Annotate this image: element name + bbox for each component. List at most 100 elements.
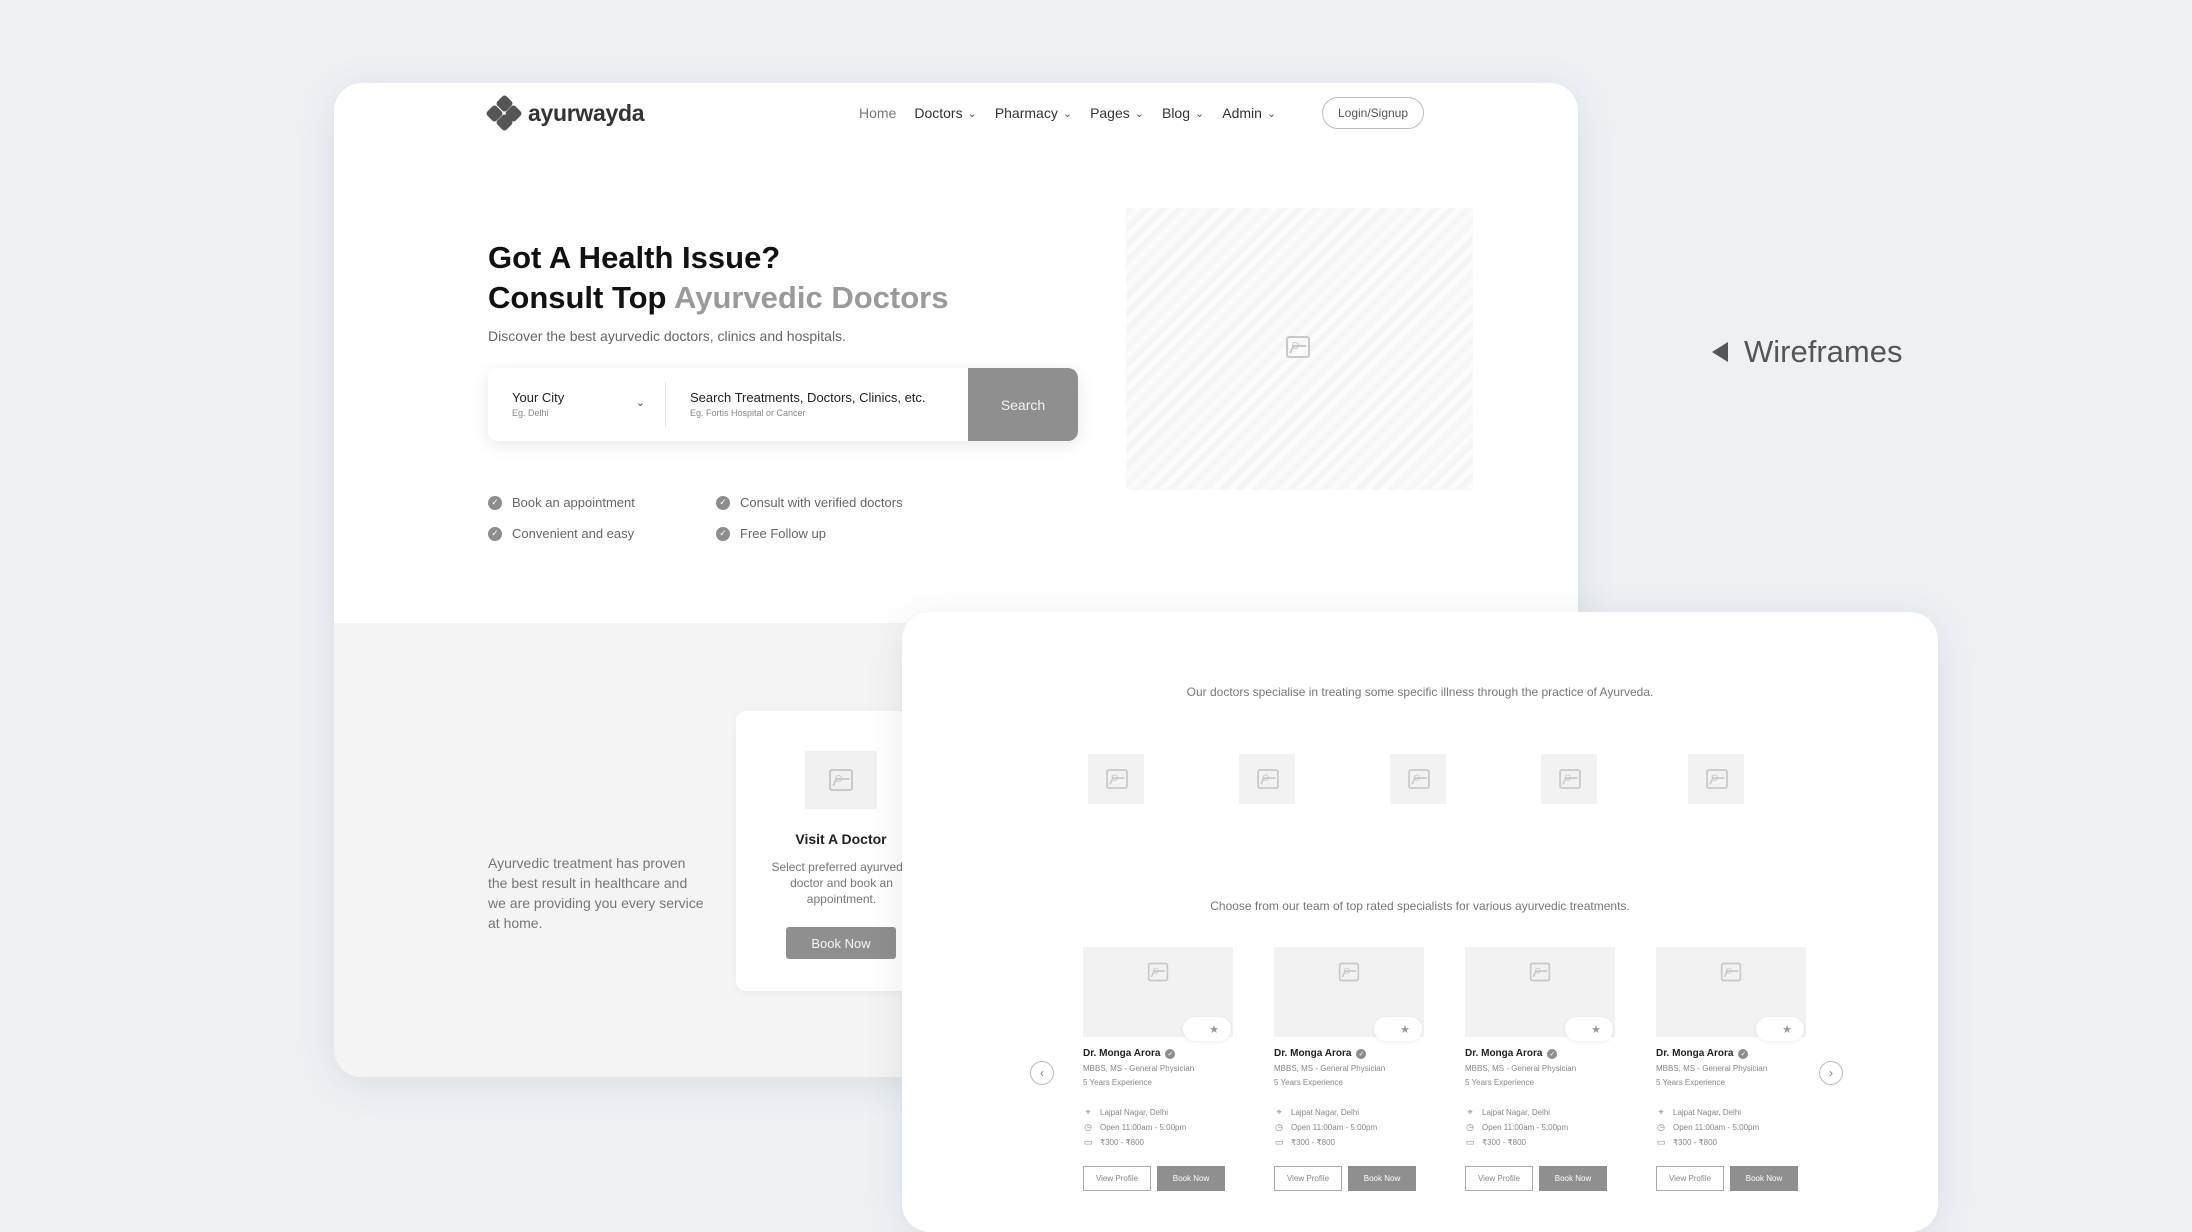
clock-icon: ◷: [1275, 1122, 1283, 1132]
chevron-down-icon: ⌄: [967, 107, 977, 120]
visit-description: Select preferred ayurvedic doctor and bo…: [771, 860, 912, 906]
book-now-button[interactable]: Book Now: [1348, 1166, 1416, 1191]
login-signup-button[interactable]: Login/Signup: [1322, 97, 1424, 129]
image-icon: [1147, 962, 1169, 982]
rating-badge[interactable]: ★: [1183, 1017, 1231, 1041]
book-now-button[interactable]: Book Now: [1539, 1166, 1607, 1191]
triangle-left-icon: [1712, 342, 1728, 362]
city-select[interactable]: Your City Eg. Delhi ⌄: [488, 382, 666, 427]
speciality-icon[interactable]: [1390, 754, 1446, 804]
nav-admin[interactable]: Admin ⌄: [1222, 105, 1276, 121]
chevron-right-icon: ›: [1829, 1066, 1833, 1080]
nav-home[interactable]: Home: [859, 105, 896, 121]
doctor-name-text: Dr. Monga Arora: [1656, 1048, 1734, 1059]
speciality-icon[interactable]: [1688, 754, 1744, 804]
chevron-down-icon: ⌄: [1266, 107, 1277, 120]
doctor-hours: ◷ Open 11:00am - 5:00pm: [1274, 1122, 1377, 1133]
view-profile-button[interactable]: View Profile: [1274, 1166, 1342, 1191]
search-button[interactable]: Search: [968, 368, 1078, 441]
feature-item: ✓ Book an appointment: [488, 495, 716, 510]
doctor-degree: MBBS, MS - General Physician: [1274, 1064, 1386, 1073]
doctor-card: ★ Dr. Monga Arora ✓ MBBS, MS - General Ph…: [1465, 947, 1615, 1232]
doctor-name-text: Dr. Monga Arora: [1083, 1048, 1161, 1059]
chevron-left-icon: ‹: [1040, 1066, 1044, 1080]
speciality-icon[interactable]: [1239, 754, 1295, 804]
doctor-name: Dr. Monga Arora ✓: [1656, 1048, 1749, 1059]
top-navigation: ayurwayda Home Doctors ⌄ Pharmacy ⌄ Pages ⌄…: [334, 83, 1578, 173]
feature-text: Free Follow up: [740, 526, 826, 541]
chevron-down-icon: ⌄: [1062, 107, 1073, 120]
star-icon: ★: [1400, 1023, 1410, 1036]
nav-pages[interactable]: Pages ⌄: [1090, 105, 1144, 121]
doctor-experience: 5 Years Experience: [1083, 1078, 1152, 1087]
feature-item: ✓ Consult with verified doctors: [716, 495, 936, 510]
hero-title-line2: Consult Top Ayurvedic Doctors: [488, 278, 948, 318]
doctor-fee-text: ₹300 - ₹800: [1673, 1138, 1717, 1147]
nav-doctors[interactable]: Doctors ⌄: [914, 105, 976, 121]
specialists-page-frame: Our doctors specialise in treating some …: [902, 612, 1938, 1232]
check-icon: ✓: [488, 526, 502, 541]
doctor-hours: ◷ Open 11:00am - 5:00pm: [1656, 1122, 1759, 1133]
star-icon: ★: [1782, 1023, 1792, 1036]
nav-pharmacy[interactable]: Pharmacy ⌄: [995, 105, 1072, 121]
speciality-icon[interactable]: [1541, 754, 1597, 804]
chevron-down-icon: ⌄: [1195, 107, 1205, 120]
doctor-fee-text: ₹300 - ₹800: [1482, 1138, 1526, 1147]
view-profile-button[interactable]: View Profile: [1083, 1166, 1151, 1191]
chevron-down-icon: ⌄: [1134, 107, 1144, 120]
check-icon: ✓: [716, 495, 730, 510]
feature-text: Consult with verified doctors: [740, 495, 903, 510]
doctor-card: ★ Dr. Monga Arora ✓ MBBS, MS - General Ph…: [1083, 947, 1233, 1232]
book-now-button[interactable]: Book Now: [1157, 1166, 1225, 1191]
hero-title-prefix: Consult Top: [488, 280, 674, 315]
search-input[interactable]: Search Treatments, Doctors, Clinics, etc…: [666, 368, 968, 441]
hero-subtitle: Discover the best ayurvedic doctors, cli…: [488, 328, 846, 344]
view-profile-button[interactable]: View Profile: [1656, 1166, 1724, 1191]
nav-blog[interactable]: Blog ⌄: [1162, 105, 1204, 121]
verified-icon: ✓: [1738, 1048, 1749, 1059]
doctor-card: ★ Dr. Monga Arora ✓ MBBS, MS - General Ph…: [1656, 947, 1806, 1232]
brand-logo[interactable]: ayurwayda: [485, 94, 645, 132]
view-profile-button[interactable]: View Profile: [1465, 1166, 1533, 1191]
feature-text: Book an appointment: [512, 495, 635, 510]
visit-book-now-button[interactable]: Book Now: [786, 927, 896, 959]
carousel-prev-button[interactable]: ‹: [1030, 1061, 1054, 1085]
image-icon: [1720, 962, 1742, 982]
doctor-name: Dr. Monga Arora ✓: [1465, 1048, 1558, 1059]
doctor-location: ⌖ Lajpat Nagar, Delhi: [1083, 1107, 1168, 1118]
money-icon: ▭: [1656, 1137, 1666, 1147]
specialities-text: Our doctors specialise in treating some …: [1186, 685, 1654, 699]
location-pin-icon: ⌖: [1085, 1107, 1091, 1117]
doctor-hours: ◷ Open 11:00am - 5:00pm: [1465, 1122, 1568, 1133]
book-now-button[interactable]: Book Now: [1730, 1166, 1798, 1191]
rating-badge[interactable]: ★: [1374, 1017, 1422, 1041]
money-icon: ▭: [1465, 1137, 1475, 1147]
image-icon: [1257, 769, 1279, 789]
hero-title-line1: Got A Health Issue?: [488, 240, 781, 275]
nav-pages-label: Pages: [1090, 105, 1130, 121]
brand-name: ayurwayda: [528, 99, 645, 126]
feature-item: ✓ Convenient and easy: [488, 526, 716, 541]
about-text: Ayurvedic treatment has proven the best …: [488, 855, 704, 931]
hero-title: Got A Health Issue? Consult Top Ayurvedi…: [488, 238, 948, 318]
doctor-hours-text: Open 11:00am - 5:00pm: [1673, 1123, 1760, 1132]
rating-badge[interactable]: ★: [1756, 1017, 1804, 1041]
doctor-location: ⌖ Lajpat Nagar, Delhi: [1465, 1107, 1550, 1118]
doctor-location: ⌖ Lajpat Nagar, Delhi: [1274, 1107, 1359, 1118]
rating-badge[interactable]: ★: [1565, 1017, 1613, 1041]
doctor-location-text: Lajpat Nagar, Delhi: [1482, 1108, 1551, 1117]
carousel-next-button[interactable]: ›: [1819, 1061, 1843, 1085]
doctor-name: Dr. Monga Arora ✓: [1083, 1048, 1176, 1059]
search-label: Search Treatments, Doctors, Clinics, etc…: [690, 390, 926, 405]
doctor-experience: 5 Years Experience: [1656, 1078, 1725, 1087]
feature-list: ✓ Book an appointment ✓ Consult with verif…: [488, 495, 936, 541]
search-hint: Eg. Fortis Hospital or Cancer: [690, 408, 806, 418]
doctor-fee: ▭ ₹300 - ₹800: [1274, 1137, 1335, 1148]
clock-icon: ◷: [1657, 1122, 1665, 1132]
location-pin-icon: ⌖: [1276, 1107, 1282, 1117]
doctor-hours: ◷ Open 11:00am - 5:00pm: [1083, 1122, 1186, 1133]
speciality-icon[interactable]: [1088, 754, 1144, 804]
chevron-down-icon: ⌄: [635, 397, 645, 409]
check-icon: ✓: [488, 495, 502, 510]
doctor-fee: ▭ ₹300 - ₹800: [1465, 1137, 1526, 1148]
